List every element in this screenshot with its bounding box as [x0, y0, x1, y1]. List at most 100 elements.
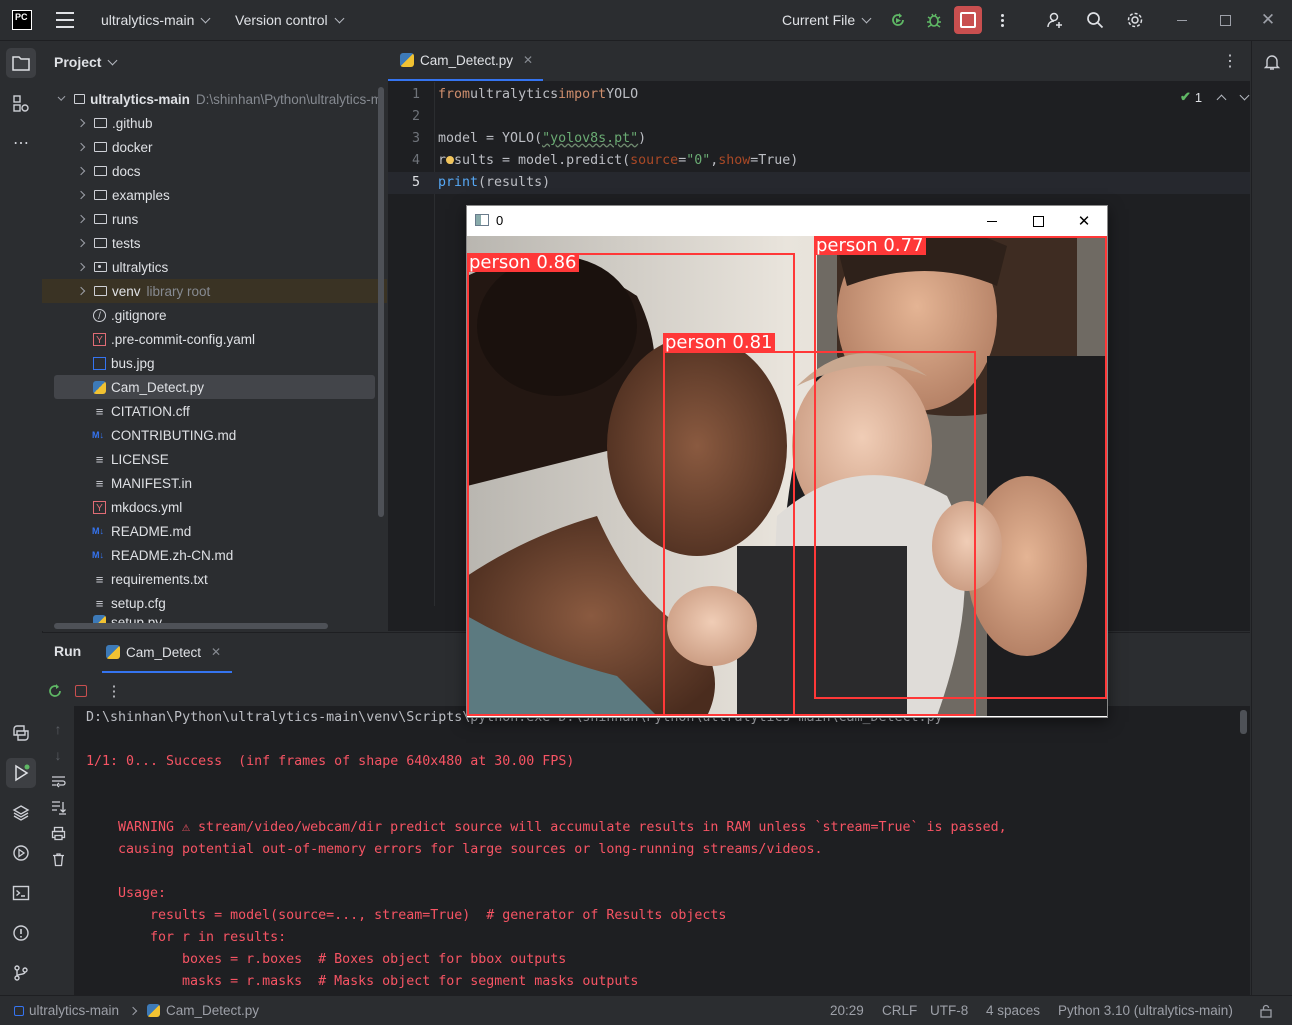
inspection-widget[interactable]: ✔ 1 [1180, 88, 1250, 106]
project-vertical-scrollbar[interactable] [378, 87, 384, 517]
tree-item[interactable]: runs [42, 207, 382, 231]
services-icon[interactable] [11, 843, 31, 863]
gear-icon[interactable] [1125, 10, 1145, 30]
chevron-right-icon[interactable] [76, 238, 86, 248]
project-horizontal-scrollbar[interactable] [54, 623, 328, 629]
chevron-right-icon[interactable] [76, 262, 86, 272]
add-user-icon[interactable] [1045, 10, 1065, 30]
editor-tab-cam-detect[interactable]: Cam_Detect.py ✕ [388, 41, 543, 81]
stop-icon[interactable] [71, 681, 91, 701]
caret-position[interactable]: 20:29 [830, 996, 864, 1025]
chevron-right-icon[interactable] [76, 118, 86, 128]
more-actions-icon[interactable] [992, 10, 1012, 30]
stop-button[interactable] [954, 6, 982, 34]
minimize-icon[interactable] [1172, 10, 1192, 30]
tree-item[interactable]: ≡ LICENSE [42, 447, 382, 471]
tree-item[interactable]: ≡ MANIFEST.in [42, 471, 382, 495]
tree-item[interactable]: bus.jpg [42, 351, 382, 375]
run-tool-button[interactable] [6, 758, 36, 788]
maximize-icon[interactable] [1027, 211, 1049, 231]
opencv-preview-window[interactable]: 0 ✕ person 0.86 person 0.77 person 0.81 [466, 205, 1108, 718]
python-interpreter[interactable]: Python 3.10 (ultralytics-main) [1058, 996, 1233, 1025]
tree-item[interactable]: ≡ setup.cfg [42, 591, 382, 615]
rerun-icon[interactable] [888, 10, 908, 30]
chevron-down-icon[interactable] [1239, 90, 1250, 100]
scroll-down-icon[interactable]: ↓ [48, 745, 68, 765]
debug-icon[interactable] [924, 10, 944, 30]
tree-root[interactable]: ultralytics-main D:\shinhan\Python\ultra… [42, 87, 382, 111]
python-console-icon[interactable] [11, 723, 31, 743]
file-encoding[interactable]: UTF-8 [930, 996, 968, 1025]
console-scrollbar[interactable] [1240, 710, 1247, 734]
tree-item[interactable]: Y .pre-commit-config.yaml [42, 327, 382, 351]
tree-item[interactable]: ultralytics [42, 255, 382, 279]
lock-icon[interactable] [1259, 996, 1273, 1025]
chevron-right-icon[interactable] [76, 214, 86, 224]
tree-item[interactable]: Ymkdocs.yml [42, 495, 382, 519]
code-area[interactable]: 1 from ultralytics import YOLO 2 3 model… [388, 83, 1250, 203]
close-tab-icon[interactable]: ✕ [523, 53, 533, 67]
more-tools-icon[interactable]: ⋯ [11, 133, 31, 153]
folder-icon [94, 238, 107, 248]
chevron-right-icon[interactable] [76, 190, 86, 200]
tree-item[interactable]: M↓ CONTRIBUTING.md [42, 423, 382, 447]
tree-item[interactable]: ≡ CITATION.cff [42, 399, 382, 423]
code-line-3: 3 model = YOLO("yolov8s.pt") [411, 130, 647, 146]
rerun-icon[interactable] [45, 681, 65, 701]
tree-item[interactable]: ≡ requirements.txt [42, 567, 382, 591]
close-icon[interactable]: ✕ [1073, 211, 1095, 231]
close-icon[interactable]: ✕ [1258, 10, 1278, 30]
text-file-icon: ≡ [95, 475, 104, 491]
scroll-to-end-icon[interactable] [48, 797, 68, 817]
chevron-up-icon[interactable] [1216, 94, 1227, 104]
tree-item[interactable]: / .gitignore [42, 303, 382, 327]
notifications-icon[interactable] [1262, 52, 1282, 72]
git-icon[interactable] [11, 963, 31, 983]
tree-item[interactable]: .github [42, 111, 382, 135]
project-switcher[interactable]: ultralytics-main [101, 0, 211, 40]
chevron-right-icon[interactable] [76, 166, 86, 176]
tree-item[interactable]: venv library root [42, 279, 387, 303]
console-output[interactable]: D:\shinhan\Python\ultralytics-main\venv\… [74, 706, 1250, 995]
chevron-right-icon[interactable] [76, 142, 86, 152]
tree-item[interactable]: docker [42, 135, 382, 159]
packages-icon[interactable] [11, 803, 31, 823]
tree-item[interactable]: M↓ README.zh-CN.md [42, 543, 382, 567]
terminal-icon[interactable] [11, 883, 31, 903]
soft-wrap-icon[interactable] [48, 771, 68, 791]
chevron-right-icon[interactable] [76, 286, 86, 296]
version-control-menu[interactable]: Version control [235, 0, 345, 40]
line-separator[interactable]: CRLF [882, 996, 917, 1025]
structure-icon[interactable] [11, 93, 31, 113]
print-icon[interactable] [48, 823, 68, 843]
folder-icon [12, 56, 30, 71]
tree-item[interactable]: docs [42, 159, 382, 183]
close-tab-icon[interactable]: ✕ [211, 645, 221, 659]
pycharm-logo[interactable]: PC [12, 10, 32, 30]
text-file-icon: ≡ [95, 595, 104, 611]
main-menu-icon[interactable] [55, 12, 75, 28]
trash-icon[interactable] [48, 849, 68, 869]
project-panel-header[interactable]: Project [54, 51, 118, 73]
tree-item[interactable]: M↓ README.md [42, 519, 382, 543]
breadcrumb-project[interactable]: ultralytics-main [14, 996, 119, 1025]
indent-settings[interactable]: 4 spaces [986, 996, 1040, 1025]
tree-item[interactable]: examples [42, 183, 382, 207]
scroll-up-icon[interactable]: ↑ [48, 719, 68, 739]
problems-icon[interactable] [11, 923, 31, 943]
project-tool-button[interactable] [6, 48, 36, 78]
tree-item-label: ultralytics [112, 259, 169, 275]
tree-item-label: .github [112, 115, 153, 131]
run-config-selector[interactable]: Current File [782, 0, 872, 40]
maximize-icon[interactable] [1215, 10, 1235, 30]
breadcrumb-file[interactable]: Cam_Detect.py [147, 996, 259, 1025]
cv-window-titlebar[interactable]: 0 ✕ [467, 206, 1107, 236]
intention-bulb-icon[interactable] [446, 156, 454, 164]
tree-item[interactable]: tests [42, 231, 382, 255]
more-actions-icon[interactable]: ⋮ [104, 681, 124, 701]
search-icon[interactable] [1085, 10, 1105, 30]
minimize-icon[interactable] [981, 211, 1003, 231]
editor-more-icon[interactable]: ⋮ [1220, 51, 1240, 71]
run-tab-cam-detect[interactable]: Cam_Detect ✕ [102, 633, 232, 673]
tree-item[interactable]: Cam_Detect.py [54, 375, 375, 399]
